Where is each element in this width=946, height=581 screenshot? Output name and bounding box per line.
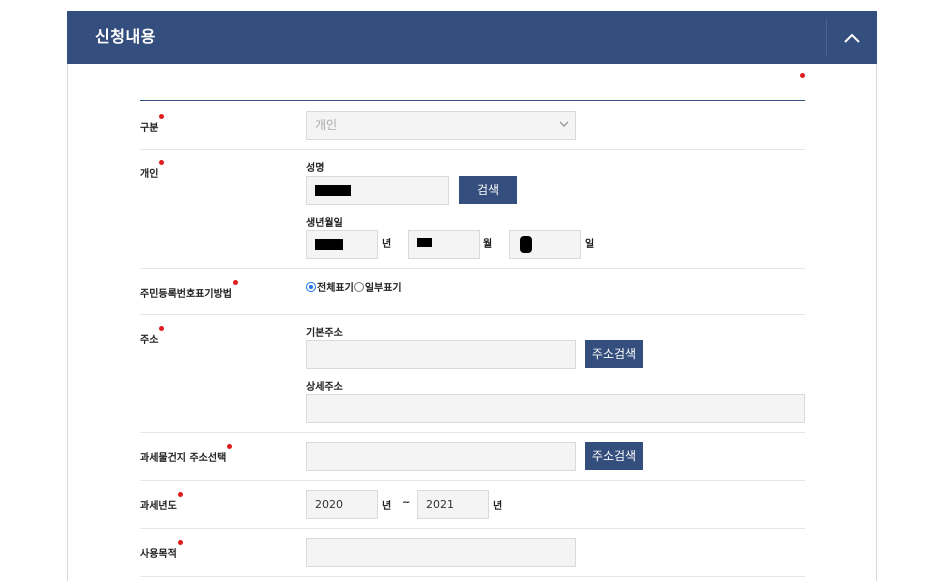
- radio-full-display[interactable]: 전체표기: [306, 279, 354, 294]
- tax-address-input[interactable]: [306, 442, 576, 471]
- required-dot: [177, 540, 183, 545]
- row-divider: [140, 314, 805, 315]
- masked-value: [315, 239, 343, 250]
- panel-header: 신청내용: [67, 11, 877, 64]
- tax-year-separator: ~: [402, 497, 411, 508]
- address-label: 주소: [140, 326, 165, 346]
- birth-year-input[interactable]: [306, 230, 378, 259]
- individual-label: 개인: [140, 160, 165, 180]
- required-dot: [159, 160, 165, 165]
- masked-value: [315, 185, 351, 196]
- birth-label: 생년월일: [306, 218, 343, 229]
- chevron-up-icon: [844, 33, 860, 43]
- radio-button[interactable]: [306, 281, 316, 292]
- row-divider: [140, 432, 805, 433]
- radio-partial-display[interactable]: 일부표기: [353, 279, 402, 294]
- detail-address-label: 상세주소: [306, 382, 343, 393]
- resident-display-radio-group: 전체표기 일부표기: [306, 279, 402, 294]
- row-divider: [140, 576, 805, 577]
- detail-address-input[interactable]: [306, 394, 805, 423]
- row-divider: [140, 480, 805, 481]
- form-top-divider: [140, 100, 805, 101]
- panel-title: 신청내용: [95, 27, 156, 46]
- row-divider: [140, 149, 805, 150]
- tax-year-to-input[interactable]: 2021: [417, 490, 489, 519]
- tax-year-label: 과세년도: [140, 492, 183, 512]
- address-search-button[interactable]: 주소검색: [585, 340, 643, 368]
- required-indicator: [800, 73, 805, 78]
- tax-year-to-unit: 년: [493, 501, 503, 512]
- birth-day-input[interactable]: [509, 230, 581, 259]
- purpose-label: 사용목적: [140, 540, 183, 560]
- required-dot: [159, 114, 165, 119]
- masked-value: [520, 236, 532, 253]
- name-label: 성명: [306, 163, 325, 174]
- chevron-down-icon: [559, 121, 569, 127]
- tax-address-search-button[interactable]: 주소검색: [585, 442, 643, 470]
- tax-year-from-input[interactable]: 2020: [306, 490, 378, 519]
- type-select-value: 개인: [315, 118, 338, 132]
- masked-value: [417, 238, 432, 247]
- birth-month-input[interactable]: [408, 230, 480, 259]
- required-dot: [159, 326, 165, 331]
- required-dot: [227, 444, 233, 449]
- basic-address-label: 기본주소: [306, 328, 343, 339]
- purpose-input[interactable]: [306, 538, 576, 567]
- tax-address-label: 과세물건지 주소선택: [140, 444, 233, 464]
- resident-display-label: 주민등록번호표기방법: [140, 280, 238, 300]
- row-divider: [140, 268, 805, 269]
- row-divider: [140, 528, 805, 529]
- application-panel: 신청내용 구분 개인 개인 성명 검색 생년월일 년 월 일 주민등록번호표기방…: [67, 11, 877, 581]
- required-dot: [233, 280, 238, 285]
- year-unit: 년: [382, 239, 392, 250]
- tax-year-from-unit: 년: [382, 501, 392, 512]
- month-unit: 월: [483, 239, 493, 250]
- radio-button[interactable]: [353, 281, 364, 292]
- name-input[interactable]: [306, 176, 449, 205]
- day-unit: 일: [585, 239, 595, 250]
- type-select[interactable]: 개인: [306, 111, 576, 140]
- type-label: 구분: [140, 114, 165, 134]
- collapse-button[interactable]: [827, 11, 877, 64]
- required-dot: [177, 492, 183, 497]
- name-search-button[interactable]: 검색: [459, 176, 517, 204]
- basic-address-input[interactable]: [306, 340, 576, 369]
